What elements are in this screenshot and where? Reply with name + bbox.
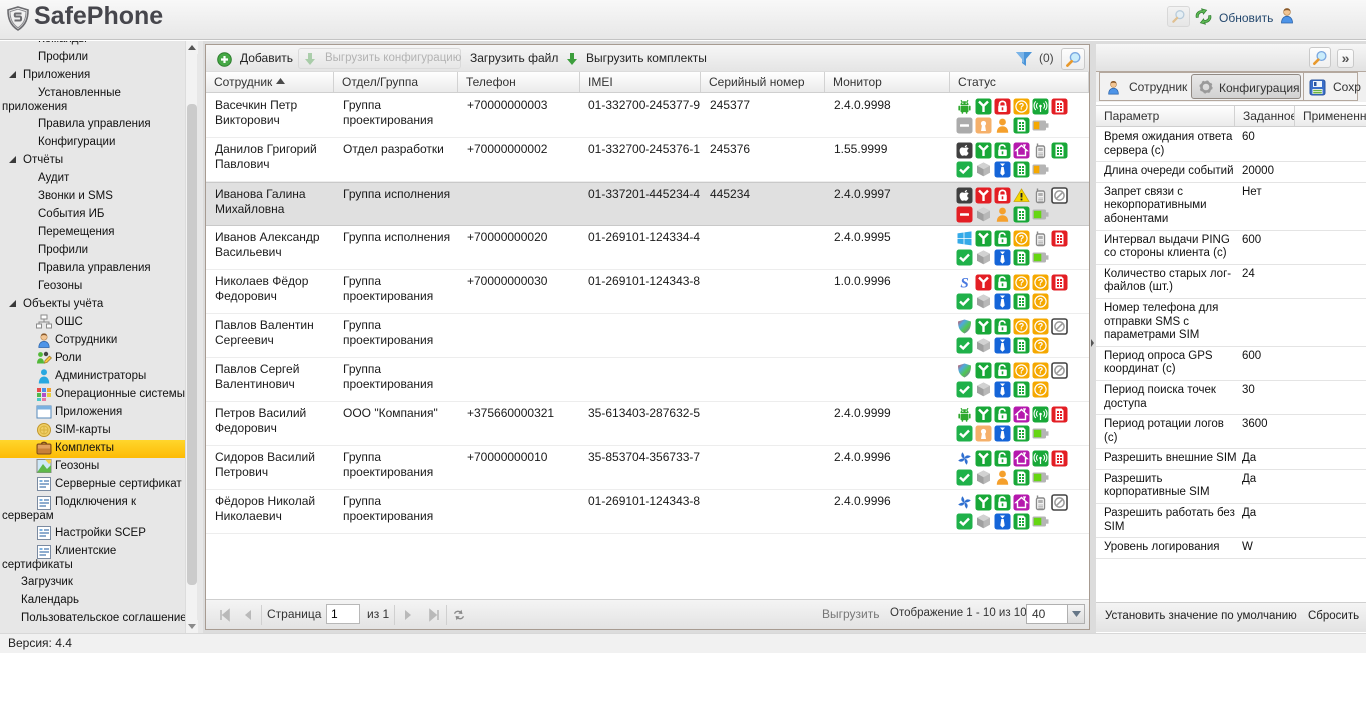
svg-text:?: ? — [1019, 102, 1025, 112]
svg-text:?: ? — [1038, 322, 1044, 332]
svg-text:?: ? — [1019, 278, 1025, 288]
svg-text:S: S — [960, 276, 968, 292]
svg-text:?: ? — [1038, 341, 1044, 351]
svg-text:?: ? — [1038, 385, 1044, 395]
svg-text:?: ? — [1038, 278, 1044, 288]
svg-text:?: ? — [1019, 366, 1025, 376]
svg-text:?: ? — [1038, 366, 1044, 376]
svg-text:?: ? — [1038, 297, 1044, 307]
svg-text:?: ? — [1019, 234, 1025, 244]
svg-text:?: ? — [1019, 322, 1025, 332]
